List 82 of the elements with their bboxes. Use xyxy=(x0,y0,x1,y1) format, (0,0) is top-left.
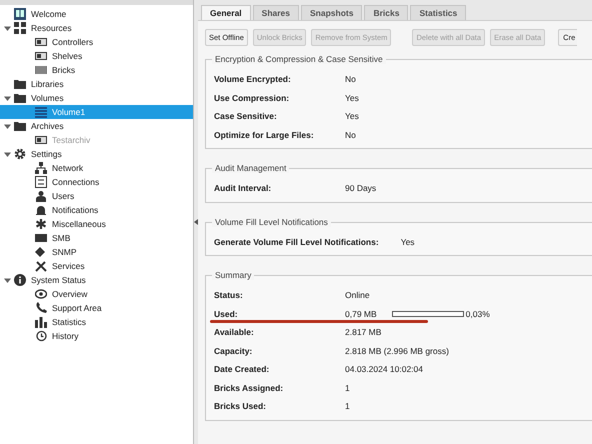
field-value: Yes xyxy=(345,111,359,122)
tree-item[interactable]: Notifications xyxy=(50,203,100,217)
field-value: 0,79 MB xyxy=(345,308,377,319)
tree-item[interactable]: Connections xyxy=(50,175,102,189)
field-value: No xyxy=(345,74,356,84)
tree-item[interactable]: Libraries xyxy=(29,77,66,91)
field-label: Used: xyxy=(214,308,239,319)
tree-item[interactable]: Network xyxy=(50,161,86,175)
section-title: Summary xyxy=(212,270,254,280)
bell-icon xyxy=(35,204,47,216)
field-label: Available: xyxy=(214,327,255,338)
tree-item[interactable]: Volumes xyxy=(29,91,66,105)
drive-icon xyxy=(35,134,47,146)
expander-icon[interactable] xyxy=(4,24,11,32)
tab[interactable]: Bricks xyxy=(364,5,408,20)
tree-item[interactable]: Services xyxy=(50,259,87,273)
folder-icon xyxy=(14,78,26,90)
bar-chart-icon xyxy=(35,316,47,328)
field-label: Case Sensitive: xyxy=(214,111,278,122)
field-label: Use Compression: xyxy=(214,92,290,103)
tree-item[interactable]: SNMP xyxy=(50,245,79,259)
field-value: 1 xyxy=(345,382,350,393)
expander-icon[interactable] xyxy=(4,122,11,130)
tree-item[interactable]: Welcome xyxy=(29,7,68,21)
field-label: Bricks Used: xyxy=(214,401,267,412)
field-value: 2.818 MB (2.996 MB gross) xyxy=(345,346,449,356)
field-label: Generate Volume Fill Level Notifications: xyxy=(214,236,379,247)
tab[interactable]: Snapshots xyxy=(301,5,362,20)
tree-item[interactable]: Miscellaneous xyxy=(50,217,108,231)
window-icon xyxy=(14,8,26,20)
drive-icon xyxy=(35,50,47,62)
field-value: 2.817 MB xyxy=(345,327,382,338)
field-label: Volume Encrypted: xyxy=(214,74,292,84)
list-icon xyxy=(35,106,47,118)
phone-icon xyxy=(35,302,47,314)
gear-icon xyxy=(14,148,26,160)
tree-item[interactable]: Settings xyxy=(29,147,64,161)
section-title: Volume Fill Level Notifications xyxy=(212,216,331,226)
field-value: 1 xyxy=(345,401,350,412)
field-label: Bricks Assigned: xyxy=(214,382,284,393)
field-value: Yes xyxy=(345,92,359,103)
field-label: Audit Interval: xyxy=(214,183,272,194)
field-label: Capacity: xyxy=(214,346,254,356)
tab[interactable]: Statistics xyxy=(410,5,466,20)
field-value: No xyxy=(345,130,356,140)
info-icon xyxy=(14,274,26,286)
tree-item[interactable]: Users xyxy=(50,189,76,203)
tree-item[interactable]: SMB xyxy=(50,231,72,245)
person-icon xyxy=(35,190,47,202)
tree-item[interactable]: Resources xyxy=(29,21,74,35)
tree-item[interactable]: Support Area xyxy=(50,301,104,315)
expander-icon[interactable] xyxy=(4,276,11,284)
field-label: Optimize for Large Files: xyxy=(214,130,315,140)
tree-item[interactable]: History xyxy=(50,329,80,343)
clock-icon xyxy=(35,330,47,342)
network-icon xyxy=(35,162,47,174)
field-label: Date Created: xyxy=(214,364,270,374)
tree-item[interactable]: Overview xyxy=(50,287,90,301)
tab[interactable]: Shares xyxy=(252,5,300,20)
usage-percent: 0,03% xyxy=(466,308,490,319)
field-value: Online xyxy=(345,290,370,300)
field-label: Status: xyxy=(214,290,244,300)
field-value: 04.03.2024 10:02:04 xyxy=(345,364,423,374)
asterisk-icon xyxy=(35,218,47,230)
expander-icon[interactable] xyxy=(4,150,11,158)
diamond-icon xyxy=(35,246,47,258)
expander-icon[interactable] xyxy=(4,94,11,102)
tree-item[interactable]: Bricks xyxy=(50,63,78,77)
panel-icon xyxy=(35,36,47,48)
tree-item[interactable]: Controllers xyxy=(50,35,96,49)
tree-item[interactable]: Shelves xyxy=(50,49,84,63)
tree-item[interactable]: Archives xyxy=(29,119,66,133)
tree-item[interactable]: System Status xyxy=(29,273,88,287)
section-title: Encryption & Compression & Case Sensitive xyxy=(212,54,386,64)
grid-icon xyxy=(14,22,26,34)
tab[interactable]: General xyxy=(201,5,251,20)
tree-item[interactable]: Statistics xyxy=(50,315,88,329)
eye-icon xyxy=(35,288,47,300)
section-title: Audit Management xyxy=(212,163,290,173)
bars-icon xyxy=(35,64,47,76)
field-value: Yes xyxy=(400,236,415,247)
field-value: 90 Days xyxy=(345,183,376,194)
